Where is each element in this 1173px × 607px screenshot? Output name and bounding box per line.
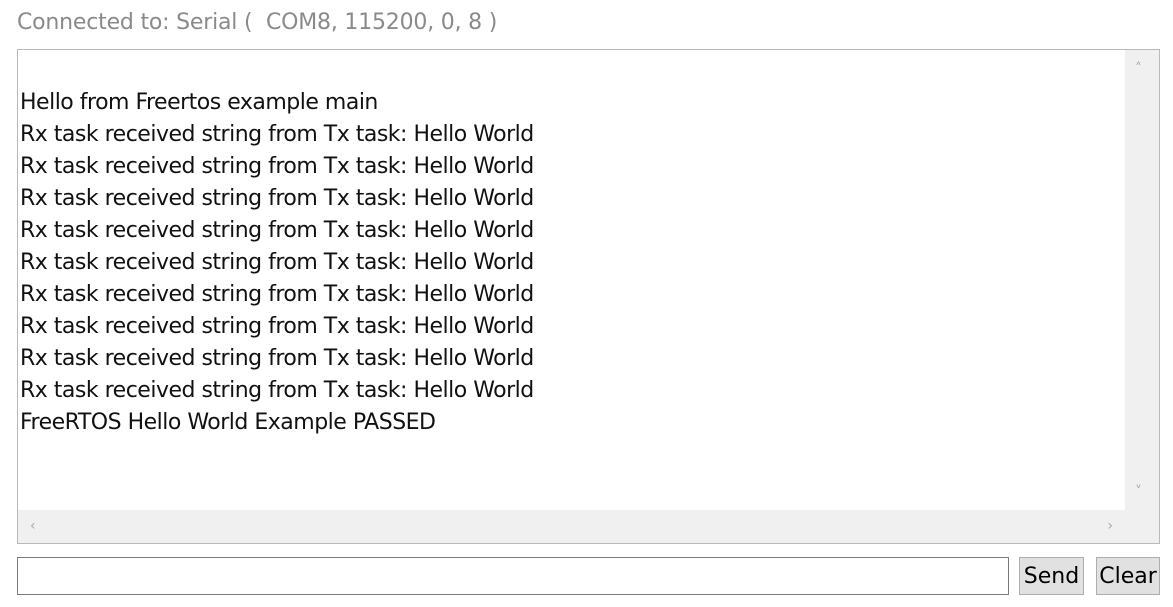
terminal-line: Rx task received string from Tx task: He…: [20, 378, 534, 403]
terminal-line: Rx task received string from Tx task: He…: [20, 250, 534, 275]
terminal-line: Rx task received string from Tx task: He…: [20, 122, 534, 147]
chevron-down-icon[interactable]: ˅: [1135, 485, 1142, 499]
chevron-right-icon[interactable]: ›: [1107, 519, 1113, 533]
serial-terminal-window: Connected to: Serial ( COM8, 115200, 0, …: [0, 0, 1173, 607]
send-text-input[interactable]: [17, 557, 1009, 595]
terminal-line: Rx task received string from Tx task: He…: [20, 346, 534, 371]
chevron-left-icon[interactable]: ‹: [30, 519, 36, 533]
terminal-line: Hello from Freertos example main: [20, 90, 378, 115]
terminal-line: Rx task received string from Tx task: He…: [20, 186, 534, 211]
chevron-up-icon[interactable]: ˄: [1135, 62, 1142, 76]
terminal-line: Rx task received string from Tx task: He…: [20, 282, 534, 307]
terminal-line: Rx task received string from Tx task: He…: [20, 218, 534, 243]
terminal-lines: Hello from Freertos example main Rx task…: [20, 87, 534, 439]
terminal-line: Rx task received string from Tx task: He…: [20, 154, 534, 179]
vertical-scrollbar[interactable]: ˄ ˅: [1125, 50, 1159, 511]
scrollbar-corner: [1125, 510, 1159, 543]
terminal-output[interactable]: Hello from Freertos example main Rx task…: [17, 49, 1160, 544]
terminal-line: FreeRTOS Hello World Example PASSED: [20, 410, 436, 435]
terminal-line: Rx task received string from Tx task: He…: [20, 314, 534, 339]
send-button[interactable]: Send: [1019, 557, 1084, 595]
horizontal-scrollbar[interactable]: ‹ ›: [18, 510, 1159, 543]
clear-button[interactable]: Clear: [1096, 557, 1160, 595]
connection-status-label: Connected to: Serial ( COM8, 115200, 0, …: [17, 10, 498, 35]
